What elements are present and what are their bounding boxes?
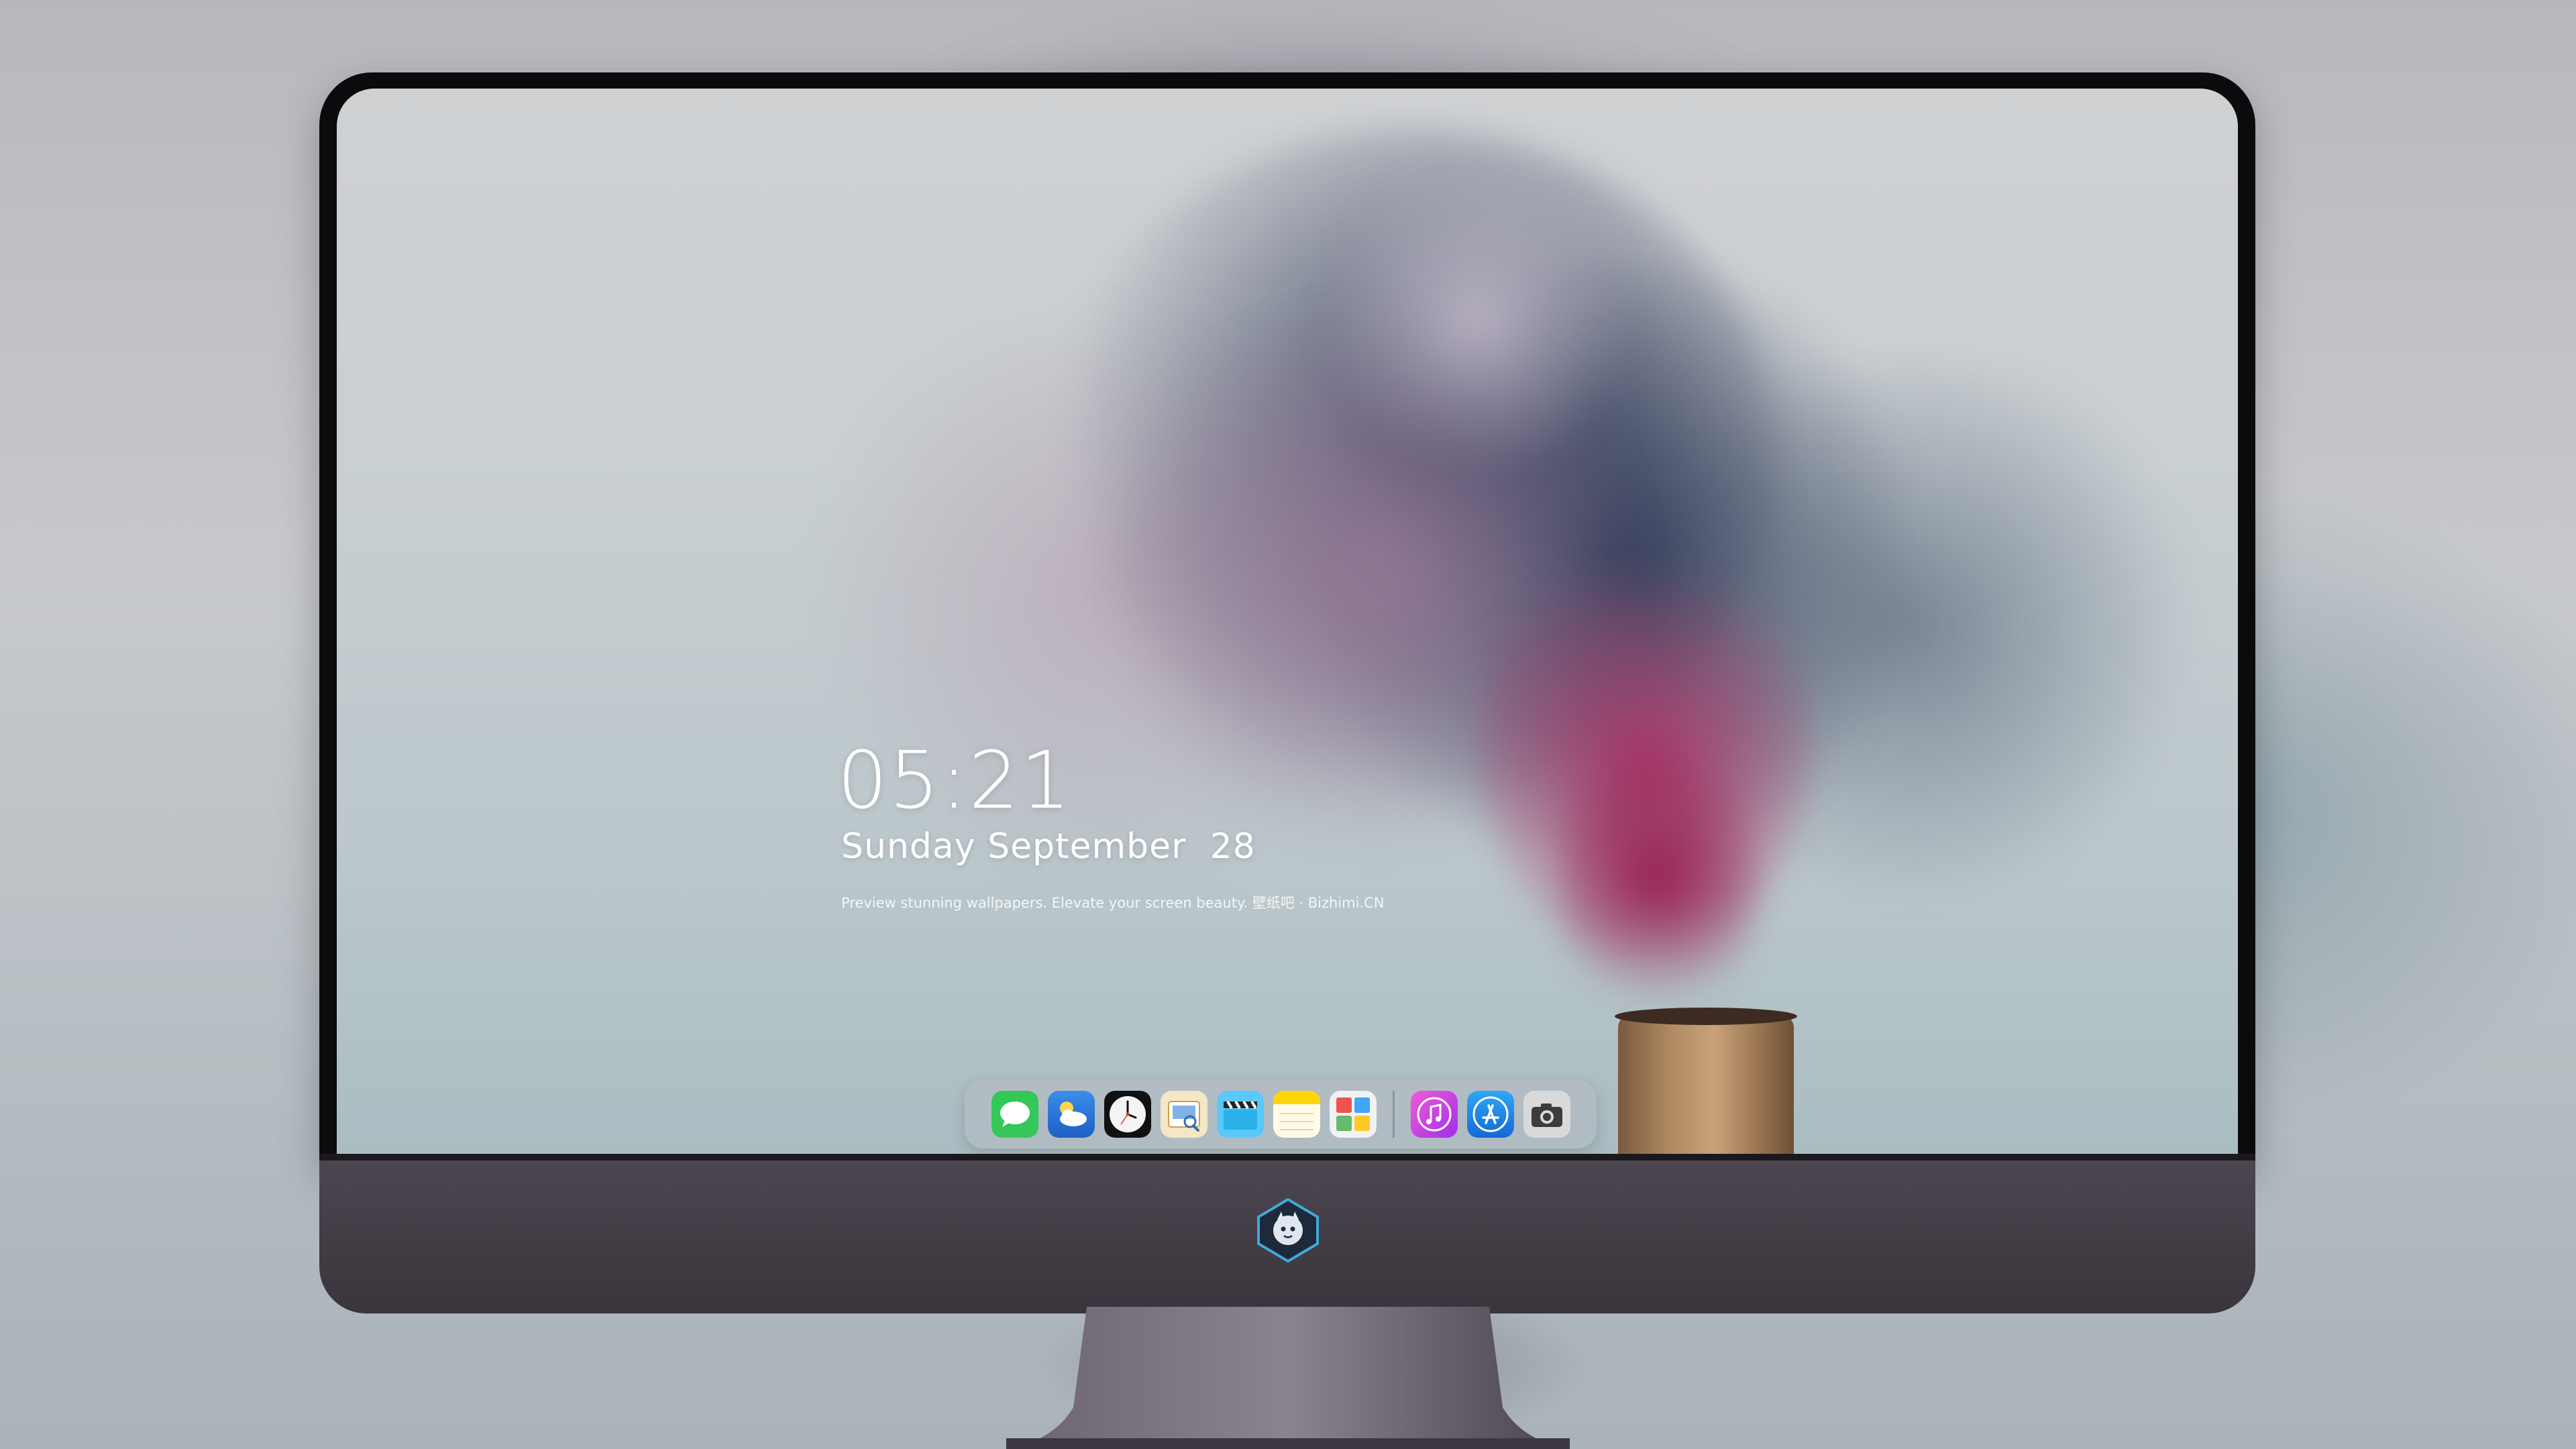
lockscreen-date: Sunday September 28	[841, 826, 1256, 867]
app-store-icon	[1466, 1091, 1514, 1138]
clock-icon	[1104, 1091, 1151, 1138]
weather-icon	[1047, 1091, 1095, 1138]
preview-icon	[1160, 1091, 1208, 1138]
notes-icon	[1273, 1091, 1320, 1138]
dock-item-camera[interactable]	[1523, 1091, 1570, 1138]
dock	[965, 1080, 1597, 1148]
monitor-stand	[1006, 1307, 1570, 1449]
smoke-flare-top	[1615, 1008, 1797, 1025]
lockscreen-clock: 05:21	[837, 734, 1073, 826]
dock-item-final-cut[interactable]	[1216, 1091, 1264, 1138]
monitor: 05:21 Sunday September 28 Preview stunni…	[319, 72, 2255, 1313]
music-icon	[1410, 1091, 1458, 1138]
dock-item-weather[interactable]	[1047, 1091, 1095, 1138]
dock-item-photo-booth[interactable]	[1329, 1091, 1377, 1138]
messages-icon	[991, 1091, 1038, 1138]
clapperboard-icon	[1216, 1091, 1264, 1138]
mascot-logo-icon	[1257, 1197, 1319, 1263]
screen: 05:21 Sunday September 28 Preview stunni…	[337, 89, 2238, 1155]
smoke-flare-canister	[1618, 1014, 1794, 1155]
dock-item-app-store[interactable]	[1466, 1091, 1514, 1138]
lockscreen-tagline: Preview stunning wallpapers. Elevate you…	[841, 895, 1385, 911]
dock-item-notes[interactable]	[1273, 1091, 1320, 1138]
dock-item-preview[interactable]	[1160, 1091, 1208, 1138]
dock-separator	[1392, 1091, 1395, 1138]
camera-icon	[1523, 1091, 1570, 1138]
wallpaper-smoke	[1558, 726, 1759, 1028]
dock-item-clock[interactable]	[1104, 1091, 1151, 1138]
monitor-bezel: 05:21 Sunday September 28 Preview stunni…	[319, 72, 2255, 1167]
dock-item-itunes[interactable]	[1410, 1091, 1458, 1138]
dock-item-messages[interactable]	[991, 1091, 1038, 1138]
wallpaper-smoke	[1309, 169, 1645, 471]
photo-grid-icon	[1329, 1091, 1377, 1138]
